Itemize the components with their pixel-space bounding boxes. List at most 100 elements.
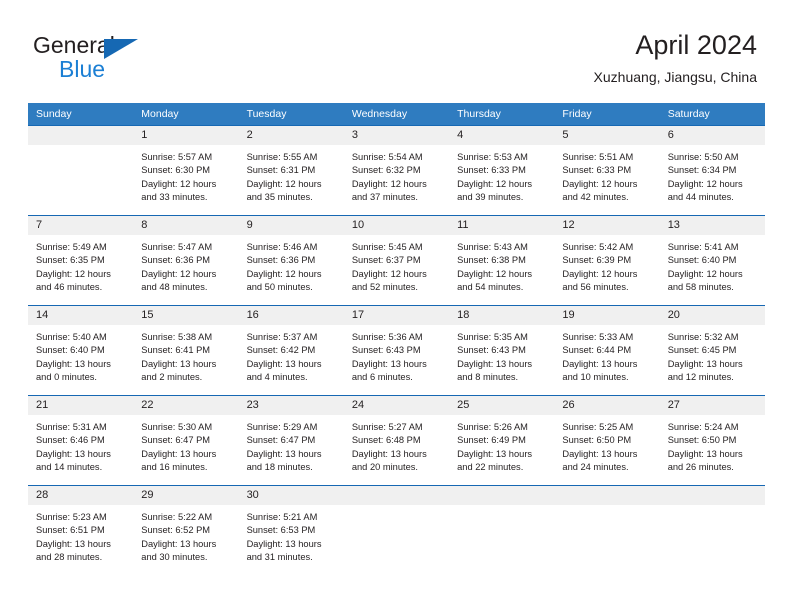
daylight-duration-line1: Daylight: 12 hours [562,178,638,189]
daylight-duration-line2: and 26 minutes. [667,461,734,472]
sunset-time: Sunset: 6:37 PM [351,255,421,266]
day-sun-info: Sunrise: 5:21 AM Sunset: 6:53 PM Daylight:… [239,505,344,564]
logo-word-general: General [33,32,115,58]
calendar-day-cell[interactable]: 11 Sunrise: 5:43 AM Sunset: 6:38 PM Dayligh… [449,215,555,306]
calendar-day-cell[interactable]: 8 Sunrise: 5:47 AM Sunset: 6:36 PM Daylight… [133,215,239,306]
sunrise-time: Sunrise: 5:23 AM [36,512,107,522]
sunset-time: Sunset: 6:45 PM [667,345,737,356]
calendar-day-cell[interactable]: 28 Sunrise: 5:23 AM Sunset: 6:51 PM Dayligh… [28,485,134,575]
calendar-day-cell[interactable]: 2 Sunrise: 5:55 AM Sunset: 6:31 PM Daylight… [238,125,344,216]
day-number: 2 [238,126,344,145]
calendar-page: General Blue April 2024 Xuzhuang, Jiangs… [0,0,792,612]
calendar-week-row: 1 Sunrise: 5:57 AM Sunset: 6:30 PM Daylight… [28,125,765,216]
day-number: 17 [343,306,450,325]
weekday-header-monday: Monday [133,103,239,126]
sunset-time: Sunset: 6:36 PM [141,255,211,266]
sunset-time: Sunset: 6:43 PM [457,345,526,356]
calendar-day-cell[interactable]: 9 Sunrise: 5:46 AM Sunset: 6:36 PM Daylight… [238,215,344,306]
sunset-time: Sunset: 6:32 PM [351,165,421,176]
calendar-day-cell[interactable]: 17 Sunrise: 5:36 AM Sunset: 6:43 PM Dayligh… [343,305,450,396]
calendar-day-cell[interactable]: 23 Sunrise: 5:29 AM Sunset: 6:47 PM Dayligh… [238,395,344,486]
sunset-time: Sunset: 6:40 PM [667,255,737,266]
calendar-cell-empty [28,125,134,216]
calendar-day-cell[interactable]: 26 Sunrise: 5:25 AM Sunset: 6:50 PM Dayligh… [554,395,660,486]
daylight-duration-line1: Daylight: 13 hours [351,448,427,459]
day-number: 8 [133,216,239,235]
day-number: 27 [659,396,765,415]
daylight-duration-line2: and 42 minutes. [562,191,629,202]
calendar-day-cell[interactable]: 20 Sunrise: 5:32 AM Sunset: 6:45 PM Dayligh… [659,305,765,396]
calendar-day-cell[interactable]: 19 Sunrise: 5:33 AM Sunset: 6:44 PM Dayligh… [554,305,660,396]
sunrise-time: Sunrise: 5:53 AM [457,152,528,162]
calendar-day-cell[interactable]: 13 Sunrise: 5:41 AM Sunset: 6:40 PM Dayligh… [659,215,765,306]
weekday-header-saturday: Saturday [659,103,765,126]
day-number: 22 [133,396,239,415]
daylight-duration-line2: and 35 minutes. [246,191,313,202]
calendar-day-cell[interactable]: 1 Sunrise: 5:57 AM Sunset: 6:30 PM Daylight… [133,125,239,216]
day-sun-info: Sunrise: 5:55 AM Sunset: 6:31 PM Daylight:… [239,145,344,204]
sunrise-time: Sunrise: 5:32 AM [667,332,739,342]
sunset-time: Sunset: 6:30 PM [141,165,211,176]
sunrise-time: Sunrise: 5:37 AM [246,332,318,342]
daylight-duration-line2: and 46 minutes. [36,281,103,292]
sunrise-time: Sunrise: 5:29 AM [246,422,318,432]
day-sun-info: Sunrise: 5:40 AM Sunset: 6:40 PM Daylight:… [28,325,133,384]
calendar-day-cell[interactable]: 18 Sunrise: 5:35 AM Sunset: 6:43 PM Dayligh… [449,305,555,396]
sunset-time: Sunset: 6:50 PM [562,435,632,446]
sunset-time: Sunset: 6:50 PM [667,435,737,446]
calendar-day-cell[interactable]: 21 Sunrise: 5:31 AM Sunset: 6:46 PM Dayligh… [28,395,134,486]
daylight-duration-line2: and 37 minutes. [351,191,418,202]
daylight-duration-line1: Daylight: 13 hours [562,448,638,459]
sunset-time: Sunset: 6:42 PM [246,345,316,356]
daylight-duration-line2: and 22 minutes. [457,461,524,472]
daylight-duration-line1: Daylight: 13 hours [36,538,111,549]
calendar-day-cell[interactable]: 30 Sunrise: 5:21 AM Sunset: 6:53 PM Dayligh… [238,485,344,575]
page-title: April 2024 [635,30,757,60]
day-sun-info: Sunrise: 5:31 AM Sunset: 6:46 PM Daylight:… [28,415,133,474]
daylight-duration-line1: Daylight: 13 hours [246,538,322,549]
sunrise-time: Sunrise: 5:50 AM [667,152,739,162]
weekday-header-thursday: Thursday [449,103,555,126]
day-number: 12 [554,216,660,235]
calendar-day-cell[interactable]: 5 Sunrise: 5:51 AM Sunset: 6:33 PM Daylight… [554,125,660,216]
logo-text-general: General [33,32,138,59]
calendar-day-cell[interactable]: 22 Sunrise: 5:30 AM Sunset: 6:47 PM Dayligh… [133,395,239,486]
sunset-time: Sunset: 6:48 PM [351,435,421,446]
day-number: 7 [28,216,134,235]
day-number: 25 [449,396,555,415]
sunrise-time: Sunrise: 5:21 AM [246,512,318,522]
calendar-header-row: Sunday Monday Tuesday Wednesday Thursday Frid… [28,103,765,126]
calendar-day-cell[interactable]: 7 Sunrise: 5:49 AM Sunset: 6:35 PM Daylight… [28,215,134,306]
day-number: 5 [554,126,660,145]
daylight-duration-line2: and 0 minutes. [36,371,97,382]
day-number: 19 [554,306,660,325]
sunset-time: Sunset: 6:46 PM [36,435,105,446]
calendar-day-cell[interactable]: 25 Sunrise: 5:26 AM Sunset: 6:49 PM Dayligh… [449,395,555,486]
day-sun-info: Sunrise: 5:30 AM Sunset: 6:47 PM Daylight:… [133,415,238,474]
calendar-day-cell[interactable]: 12 Sunrise: 5:42 AM Sunset: 6:39 PM Dayligh… [554,215,660,306]
calendar-day-cell[interactable]: 24 Sunrise: 5:27 AM Sunset: 6:48 PM Dayligh… [343,395,450,486]
day-number: 10 [343,216,450,235]
sunset-time: Sunset: 6:47 PM [141,435,211,446]
sunrise-time: Sunrise: 5:40 AM [36,332,107,342]
daylight-duration-line1: Daylight: 12 hours [141,178,217,189]
calendar-week-row: 14 Sunrise: 5:40 AM Sunset: 6:40 PM Dayligh… [28,305,765,396]
day-number: 15 [133,306,239,325]
calendar-day-cell[interactable]: 29 Sunrise: 5:22 AM Sunset: 6:52 PM Dayligh… [133,485,239,575]
calendar-day-cell[interactable]: 15 Sunrise: 5:38 AM Sunset: 6:41 PM Dayligh… [133,305,239,396]
calendar-day-cell[interactable]: 3 Sunrise: 5:54 AM Sunset: 6:32 PM Daylight… [343,125,450,216]
sunset-time: Sunset: 6:39 PM [562,255,632,266]
sunset-time: Sunset: 6:35 PM [36,255,105,266]
daylight-duration-line2: and 28 minutes. [36,551,103,562]
sunrise-time: Sunrise: 5:25 AM [562,422,634,432]
calendar-day-cell[interactable]: 14 Sunrise: 5:40 AM Sunset: 6:40 PM Dayligh… [28,305,134,396]
sunset-time: Sunset: 6:49 PM [457,435,526,446]
calendar-day-cell[interactable]: 10 Sunrise: 5:45 AM Sunset: 6:37 PM Dayligh… [343,215,450,306]
calendar-day-cell[interactable]: 27 Sunrise: 5:24 AM Sunset: 6:50 PM Dayligh… [659,395,765,486]
daylight-duration-line1: Daylight: 12 hours [246,268,322,279]
sunset-time: Sunset: 6:34 PM [667,165,737,176]
calendar-day-cell[interactable]: 4 Sunrise: 5:53 AM Sunset: 6:33 PM Daylight… [449,125,555,216]
calendar-day-cell[interactable]: 6 Sunrise: 5:50 AM Sunset: 6:34 PM Daylight… [659,125,765,216]
calendar-day-cell[interactable]: 16 Sunrise: 5:37 AM Sunset: 6:42 PM Dayligh… [238,305,344,396]
day-sun-info: Sunrise: 5:22 AM Sunset: 6:52 PM Daylight:… [133,505,238,564]
